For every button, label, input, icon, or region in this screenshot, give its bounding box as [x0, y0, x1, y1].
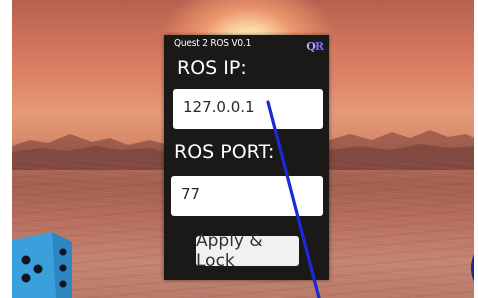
vr-scene: Quest 2 ROS V0.1 QR ROS IP: 127.0.0.1 RO…	[0, 0, 478, 298]
controller-object	[471, 250, 478, 286]
right-margin	[474, 0, 478, 298]
left-margin	[0, 0, 12, 298]
